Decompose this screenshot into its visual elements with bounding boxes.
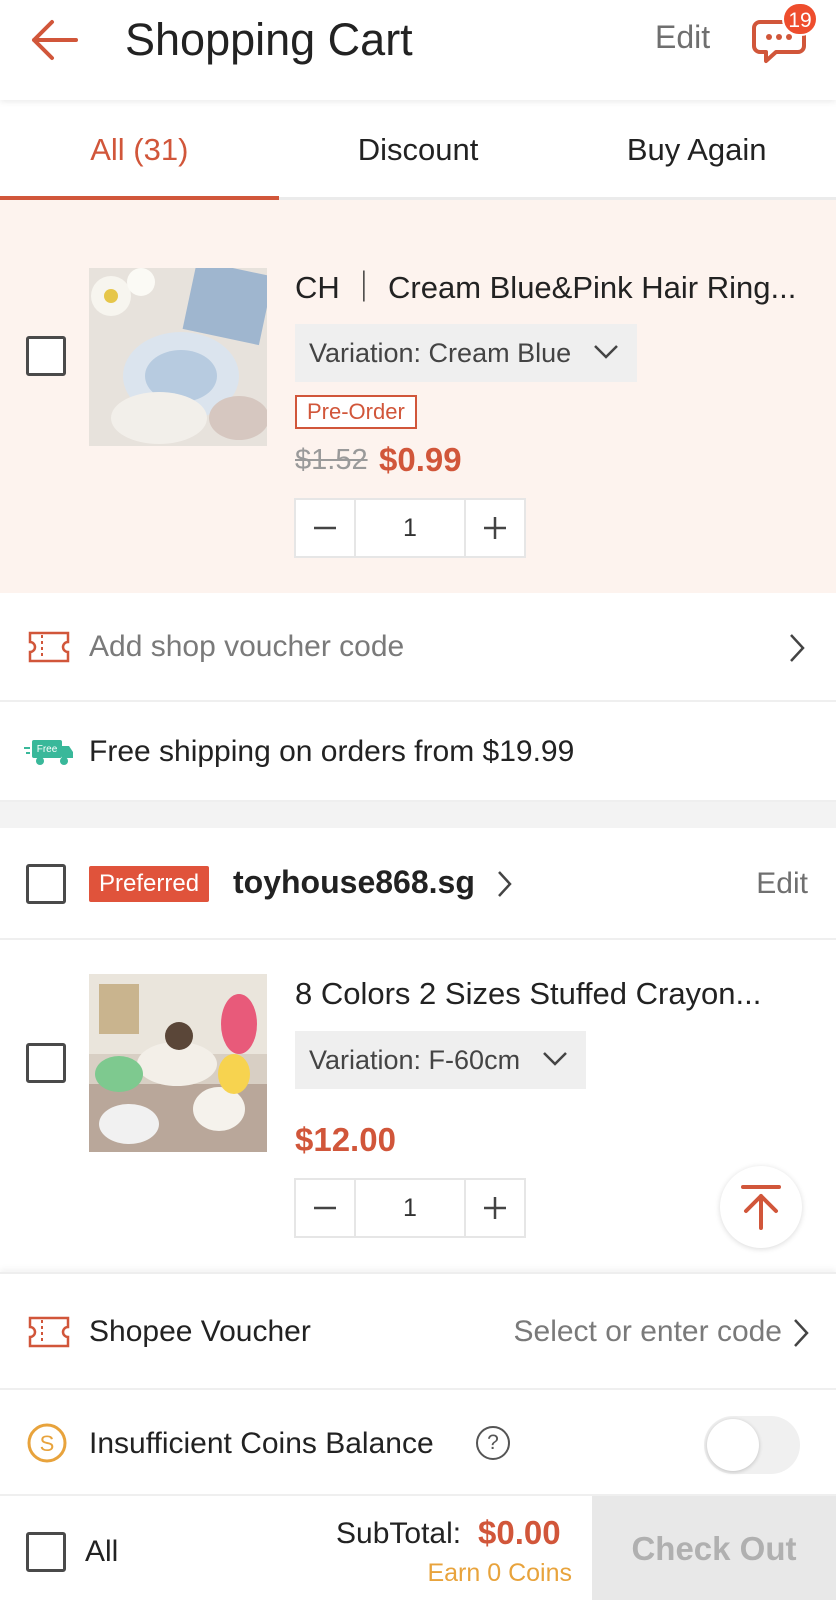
cart-item: CH ｜ Cream Blue&Pink Hair Ring... Variat…	[0, 200, 836, 593]
pre-order-tag: Pre-Order	[295, 395, 417, 429]
minus-icon	[314, 526, 336, 530]
page-title: Shopping Cart	[125, 14, 413, 65]
variation-label: Variation: Cream Blue	[309, 338, 572, 368]
coins-row: S Insufficient Coins Balance ?	[0, 1390, 836, 1496]
chevron-right-icon	[790, 634, 805, 662]
variation-selector[interactable]: Variation: F-60cm	[295, 1031, 586, 1089]
variation-label: Variation: F-60cm	[309, 1045, 521, 1075]
quantity-stepper: 1	[294, 1178, 526, 1238]
plus-icon	[484, 1197, 506, 1219]
voucher-icon	[28, 1316, 70, 1348]
select-all-checkbox[interactable]	[26, 1532, 66, 1572]
decrease-button[interactable]	[296, 1180, 354, 1236]
back-arrow-icon[interactable]	[26, 12, 82, 68]
free-badge-text: Free	[37, 744, 58, 755]
quantity-value[interactable]: 1	[354, 500, 466, 556]
subtotal-value: $0.00	[478, 1514, 561, 1551]
minus-icon	[314, 1206, 336, 1210]
shop-name[interactable]: toyhouse868.sg	[233, 862, 475, 902]
tab-all[interactable]: All (31)	[0, 100, 279, 200]
arrow-up-icon	[741, 1185, 781, 1230]
voucher-icon	[28, 631, 70, 663]
checkout-bar: All SubTotal: $0.00 Earn 0 Coins Check O…	[0, 1496, 836, 1600]
section-divider	[0, 802, 836, 828]
subtotal-label: SubTotal:	[336, 1517, 462, 1550]
cart-item: 8 Colors 2 Sizes Stuffed Crayon... Varia…	[0, 940, 836, 1272]
item-checkbox[interactable]	[26, 1043, 66, 1083]
quantity-stepper: 1	[294, 498, 526, 558]
sale-price: $0.99	[379, 441, 462, 478]
coins-label: Insufficient Coins Balance	[89, 1427, 434, 1460]
select-all-label[interactable]: All	[85, 1532, 118, 1572]
select-code-link[interactable]: Select or enter code	[514, 1312, 783, 1352]
chevron-right-icon[interactable]	[496, 870, 512, 898]
item-checkbox[interactable]	[26, 336, 66, 376]
scroll-to-top-button[interactable]	[720, 1166, 802, 1248]
shop-header: Preferred toyhouse868.sg Edit	[0, 828, 836, 940]
shop-voucher-row[interactable]: Add shop voucher code	[0, 593, 836, 702]
free-shipping-row: Free Free shipping on orders from $19.99	[0, 702, 836, 802]
chat-badge: 19	[782, 2, 818, 36]
increase-button[interactable]	[466, 500, 524, 556]
quantity-value[interactable]: 1	[354, 1180, 466, 1236]
edit-button[interactable]: Edit	[655, 17, 710, 57]
shop-voucher-label: Add shop voucher code	[89, 630, 405, 663]
shopee-voucher-label: Shopee Voucher	[89, 1315, 311, 1348]
app-header: Shopping Cart Edit 19	[0, 0, 836, 100]
item-price: $12.00	[295, 1121, 396, 1158]
increase-button[interactable]	[466, 1180, 524, 1236]
original-price: $1.52	[295, 444, 368, 476]
shop-checkbox[interactable]	[26, 864, 66, 904]
svg-text:S: S	[40, 1431, 55, 1456]
toggle-knob	[707, 1419, 759, 1471]
chevron-down-icon	[593, 344, 618, 359]
checkout-button[interactable]: Check Out	[592, 1496, 836, 1600]
tab-buy-again[interactable]: Buy Again	[557, 100, 836, 197]
tab-discount[interactable]: Discount	[279, 100, 558, 197]
coins-toggle[interactable]	[704, 1416, 800, 1474]
plus-icon	[484, 517, 506, 539]
chevron-down-icon	[542, 1051, 567, 1066]
decrease-button[interactable]	[296, 500, 354, 556]
free-shipping-text: Free shipping on orders from $19.99	[89, 735, 575, 768]
free-shipping-truck-icon: Free	[24, 740, 73, 765]
chevron-right-icon	[794, 1319, 809, 1347]
shopee-voucher-row[interactable]: Shopee Voucher Select or enter code	[0, 1274, 836, 1390]
product-name[interactable]: 8 Colors 2 Sizes Stuffed Crayon...	[295, 974, 761, 1014]
checkout-panel: Shopee Voucher Select or enter code S In…	[0, 1272, 836, 1600]
product-image[interactable]	[89, 974, 267, 1152]
help-icon[interactable]: ?	[476, 1426, 510, 1460]
product-image[interactable]	[89, 268, 267, 446]
product-name[interactable]: CH ｜ Cream Blue&Pink Hair Ring...	[295, 268, 796, 308]
variation-selector[interactable]: Variation: Cream Blue	[295, 324, 637, 382]
earn-coins-text: Earn 0 Coins	[427, 1559, 572, 1587]
shop-edit-button[interactable]: Edit	[756, 864, 808, 904]
coin-icon: S	[27, 1423, 67, 1463]
preferred-badge: Preferred	[89, 866, 210, 902]
cart-tabs: All (31) Discount Buy Again	[0, 100, 836, 200]
